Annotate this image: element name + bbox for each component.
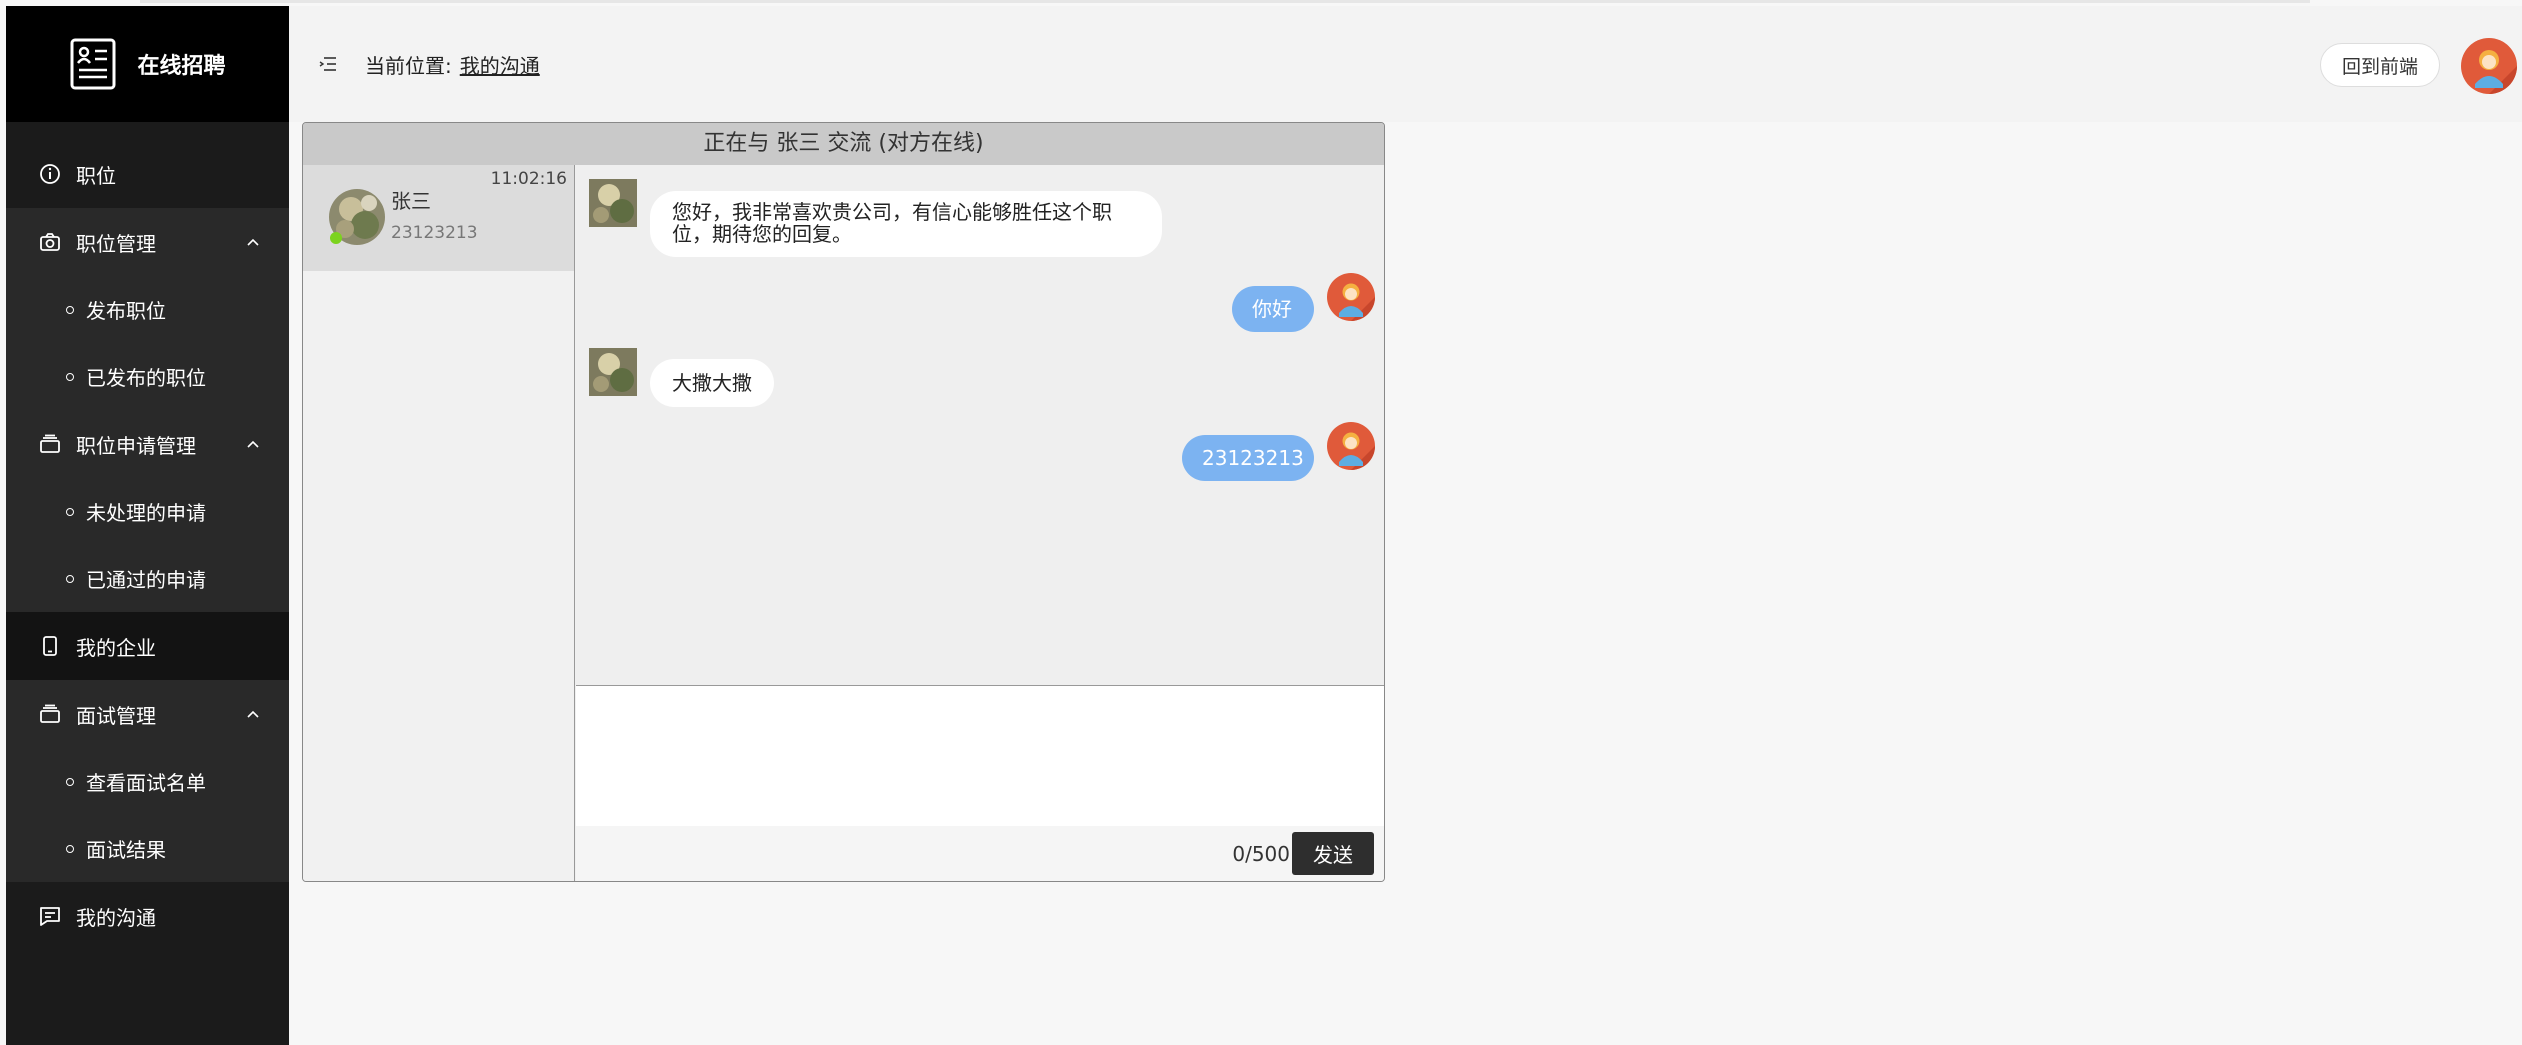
menu-toggle-icon[interactable] bbox=[319, 56, 337, 72]
briefcase-icon bbox=[40, 704, 60, 723]
sidebar: 在线招聘 职位 职位管理 发布职位 已发布的职位 职位申请管理 未处理的申请 已… bbox=[6, 6, 289, 1045]
sidebar-item-label: 已发布的职位 bbox=[86, 366, 206, 390]
contact-item[interactable]: 11:02:16 张三 23123213 bbox=[303, 165, 574, 271]
sidebar-group-application-management[interactable]: 职位申请管理 bbox=[6, 410, 289, 478]
sidebar-item-label: 查看面试名单 bbox=[86, 771, 206, 795]
bullet-icon bbox=[66, 305, 74, 314]
message-area: 您好，我非常喜欢贵公司，有信心能够胜任这个职位，期待您的回复。 你好 大撒大撒 … bbox=[576, 165, 1384, 685]
phone-icon bbox=[43, 636, 57, 656]
sidebar-item-published-positions[interactable]: 已发布的职位 bbox=[6, 343, 289, 410]
app-title: 在线招聘 bbox=[137, 54, 226, 79]
sidebar-item-label: 发布职位 bbox=[86, 299, 166, 323]
submenu-application-management: 未处理的申请 已通过的申请 bbox=[6, 478, 289, 612]
message-bubble-right: 你好 bbox=[1232, 286, 1314, 332]
self-avatar bbox=[1327, 273, 1375, 321]
contact-last-message: 23123213 bbox=[391, 223, 478, 243]
self-avatar bbox=[1327, 422, 1375, 470]
sidebar-item-label: 职位管理 bbox=[76, 231, 156, 256]
sender-avatar bbox=[589, 179, 637, 227]
header: 当前位置: 我的沟通 回到前端 bbox=[289, 6, 2522, 122]
bullet-icon bbox=[66, 844, 74, 853]
sidebar-item-label: 未处理的申请 bbox=[86, 501, 206, 525]
breadcrumb-prefix: 当前位置: bbox=[365, 54, 452, 78]
sidebar-item-label: 面试结果 bbox=[86, 838, 166, 862]
input-footer: 0/500 发送 bbox=[576, 826, 1384, 881]
contact-time: 11:02:16 bbox=[490, 169, 567, 189]
chat-title: 正在与 张三 交流 (对方在线) bbox=[303, 123, 1384, 165]
online-status-dot bbox=[330, 232, 342, 244]
char-counter: 0/500 bbox=[1232, 842, 1290, 866]
sidebar-item-label: 我的企业 bbox=[76, 635, 156, 660]
contact-list: 11:02:16 张三 23123213 bbox=[303, 165, 575, 881]
sender-avatar bbox=[589, 348, 637, 396]
sidebar-item-my-communication[interactable]: 我的沟通 bbox=[6, 882, 289, 950]
sidebar-item-label: 我的沟通 bbox=[76, 905, 156, 930]
submenu-interview-management: 查看面试名单 面试结果 bbox=[6, 748, 289, 882]
send-button[interactable]: 发送 bbox=[1292, 832, 1374, 875]
sidebar-menu: 职位 职位管理 发布职位 已发布的职位 职位申请管理 未处理的申请 已通过的申请… bbox=[6, 122, 289, 950]
message-bubble-left: 大撒大撒 bbox=[650, 359, 774, 407]
chevron-up-icon bbox=[247, 238, 259, 246]
bullet-icon bbox=[66, 372, 74, 381]
bullet-icon bbox=[66, 507, 74, 516]
message-bubble-right: 23123213 bbox=[1182, 435, 1314, 481]
chevron-up-icon bbox=[247, 710, 259, 718]
bullet-icon bbox=[66, 777, 74, 786]
info-icon bbox=[40, 164, 60, 184]
back-to-frontend-button[interactable]: 回到前端 bbox=[2320, 43, 2440, 87]
camera-icon bbox=[40, 233, 60, 251]
chevron-up-icon bbox=[247, 440, 259, 448]
sidebar-item-publish-position[interactable]: 发布职位 bbox=[6, 276, 289, 343]
breadcrumb: 当前位置: 我的沟通 bbox=[365, 50, 540, 79]
message-icon bbox=[40, 907, 60, 926]
sidebar-item-label: 已通过的申请 bbox=[86, 568, 206, 592]
sidebar-item-my-company[interactable]: 我的企业 bbox=[6, 612, 289, 680]
message-input[interactable] bbox=[576, 685, 1384, 826]
chat-window: 正在与 张三 交流 (对方在线) 11:02:16 张三 23123213 您好… bbox=[302, 122, 1385, 882]
submenu-position-management: 发布职位 已发布的职位 bbox=[6, 276, 289, 410]
sidebar-item-interview-results[interactable]: 面试结果 bbox=[6, 815, 289, 882]
sidebar-item-interview-list[interactable]: 查看面试名单 bbox=[6, 748, 289, 815]
user-avatar[interactable] bbox=[2461, 38, 2517, 94]
sidebar-group-interview-management[interactable]: 面试管理 bbox=[6, 680, 289, 748]
sidebar-item-positions[interactable]: 职位 bbox=[6, 140, 289, 208]
sidebar-item-label: 面试管理 bbox=[76, 703, 156, 728]
sidebar-group-position-management[interactable]: 职位管理 bbox=[6, 208, 289, 276]
contact-name: 张三 bbox=[391, 189, 431, 213]
bullet-icon bbox=[66, 574, 74, 583]
breadcrumb-current[interactable]: 我的沟通 bbox=[460, 54, 540, 78]
sidebar-item-label: 职位 bbox=[76, 163, 116, 188]
briefcase-icon bbox=[40, 434, 60, 453]
sidebar-item-approved-applications[interactable]: 已通过的申请 bbox=[6, 545, 289, 612]
top-divider bbox=[140, 0, 2310, 3]
sidebar-item-label: 职位申请管理 bbox=[76, 433, 196, 458]
sidebar-item-pending-applications[interactable]: 未处理的申请 bbox=[6, 478, 289, 545]
resume-icon bbox=[70, 38, 116, 90]
logo: 在线招聘 bbox=[6, 6, 289, 122]
message-bubble-left: 您好，我非常喜欢贵公司，有信心能够胜任这个职位，期待您的回复。 bbox=[650, 191, 1162, 257]
